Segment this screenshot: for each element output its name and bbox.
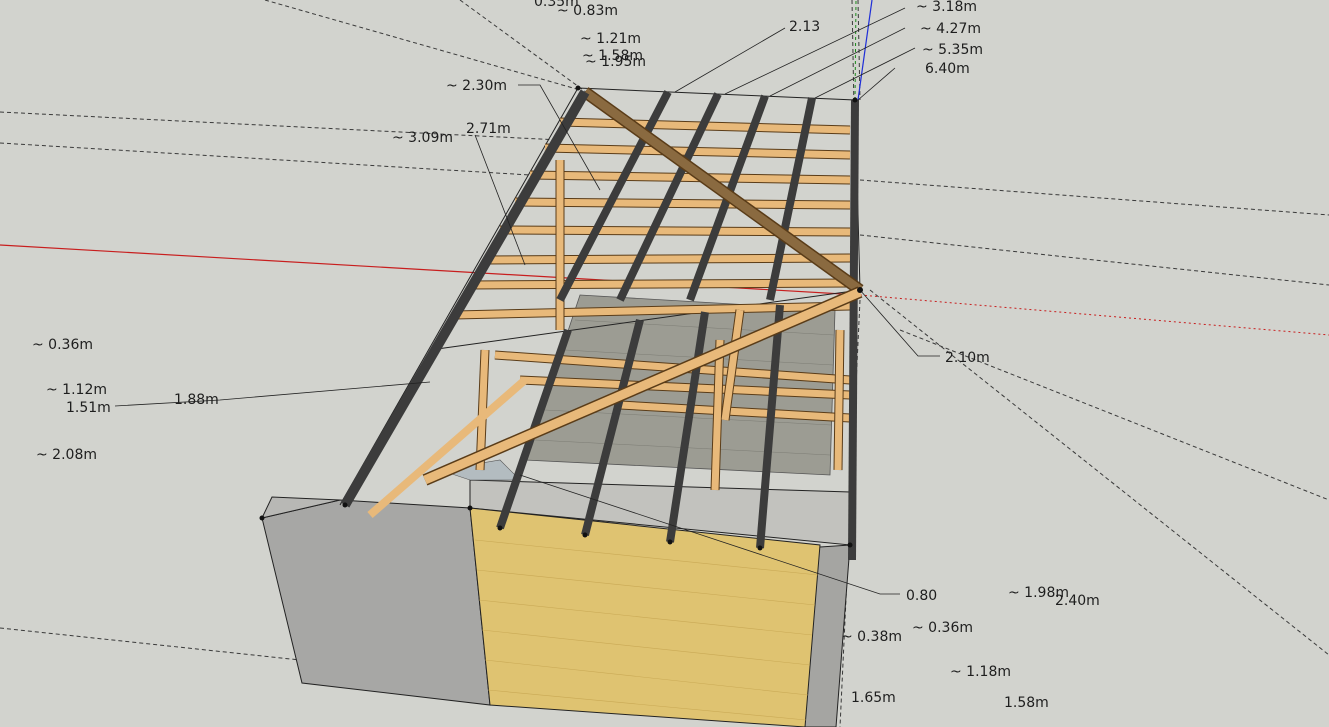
3d-model-scene[interactable] <box>0 0 1329 727</box>
dimension-label[interactable]: 0.80 <box>906 588 937 604</box>
dimension-label[interactable]: 6.40m <box>925 61 970 77</box>
leader-5-35 <box>814 47 916 99</box>
leader-2-13 <box>674 27 786 93</box>
dimension-label[interactable]: ~ 0.38m <box>841 629 902 645</box>
dimension-label[interactable]: ~ 0.36m <box>32 337 93 353</box>
green-axis <box>854 0 857 101</box>
guide-line <box>851 0 855 111</box>
post[interactable] <box>834 329 844 471</box>
guide-line <box>264 0 581 91</box>
dimension-label[interactable]: 1.51m <box>66 400 111 416</box>
dimension-label[interactable]: ~ 1.12m <box>46 382 107 398</box>
purlin[interactable] <box>514 198 851 209</box>
dimension-label[interactable]: 2.40m <box>1055 593 1100 609</box>
dimension-label[interactable]: ~ 1.21m <box>580 31 641 47</box>
guide-line <box>0 627 301 661</box>
yellow-panel[interactable] <box>469 507 821 727</box>
dimension-label[interactable]: ~ 2.08m <box>36 447 97 463</box>
red-axis-dotted <box>859 294 1329 336</box>
dimension-label[interactable]: ~ 5.35m <box>922 42 983 58</box>
purlin[interactable] <box>484 254 851 264</box>
leader-6-40 <box>857 67 896 101</box>
leader-2-10 <box>859 289 940 357</box>
blue-axis <box>857 0 873 101</box>
dimension-label[interactable]: ~ 0.83m <box>557 3 618 19</box>
wall-face-left[interactable] <box>261 499 491 706</box>
dimension-label[interactable]: 1.65m <box>851 690 896 706</box>
dimension-label[interactable]: ~ 1.18m <box>950 664 1011 680</box>
dimension-label[interactable]: ~ 1.95m <box>585 54 646 70</box>
dimension-label[interactable]: ~ 0.36m <box>912 620 973 636</box>
dimension-label[interactable]: 1.88m <box>174 392 219 408</box>
dimension-label[interactable]: 1.58m <box>1004 695 1049 711</box>
dimension-label[interactable]: ~ 2.30m <box>446 78 507 94</box>
purlin[interactable] <box>469 279 851 289</box>
leader-1-88 <box>114 381 431 407</box>
guide-line <box>859 234 1329 286</box>
purlin[interactable] <box>499 226 851 236</box>
guide-line <box>859 179 1329 216</box>
dimension-label[interactable]: ~ 4.27m <box>920 21 981 37</box>
sketchup-3d-viewport[interactable]: 0.35m ~ 0.83m ~ 1.21m ~ 1.58m ~ 1.95m 2.… <box>0 0 1329 727</box>
dimension-label[interactable]: ~ 3.09m <box>392 130 453 146</box>
guide-line <box>0 142 531 176</box>
post[interactable] <box>711 339 724 491</box>
dimension-label[interactable]: ~ 3.18m <box>916 0 977 15</box>
dimension-label[interactable]: 2.13 <box>789 19 820 35</box>
purlin[interactable] <box>529 171 851 184</box>
ridge-post[interactable] <box>848 99 859 561</box>
dimension-label[interactable]: 2.10m <box>945 350 990 366</box>
dimension-label[interactable]: 2.71m <box>466 121 511 137</box>
leader-4-27 <box>769 27 906 97</box>
